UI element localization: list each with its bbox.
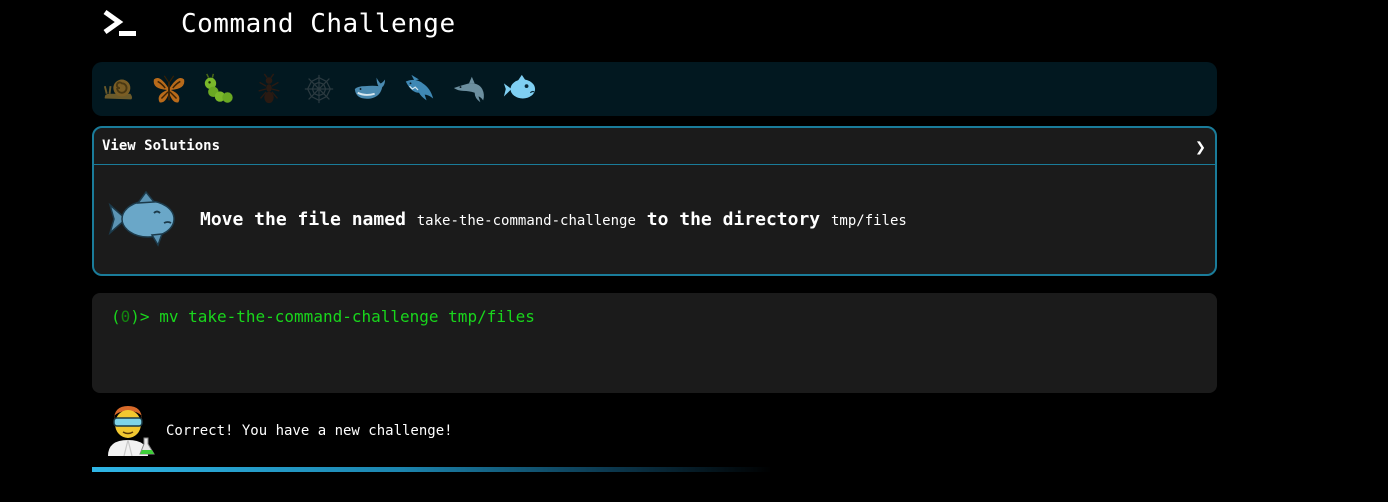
level-ant[interactable] bbox=[251, 71, 287, 107]
level-whale[interactable] bbox=[351, 71, 387, 107]
dolphin-icon bbox=[453, 76, 484, 103]
terminal-input[interactable]: (0)> mv take-the-command-challenge tmp/f… bbox=[92, 293, 1217, 393]
fish-icon bbox=[108, 190, 175, 247]
terminal-prompt-icon[interactable] bbox=[102, 9, 138, 39]
level-shark[interactable] bbox=[401, 71, 437, 107]
ant-icon bbox=[258, 73, 280, 104]
terminal-command: mv take-the-command-challenge tmp/files bbox=[159, 307, 535, 326]
progress-bar bbox=[92, 467, 772, 472]
level-caterpillar[interactable] bbox=[201, 71, 237, 107]
fish-icon bbox=[503, 74, 536, 99]
level-spider-web[interactable] bbox=[301, 71, 337, 107]
level-selector bbox=[92, 62, 1217, 116]
challenge-dir-name: tmp/files bbox=[830, 213, 907, 229]
chevron-right-icon: ❯ bbox=[1195, 136, 1206, 158]
challenge-description: Move the file named take-the-command-cha… bbox=[200, 209, 907, 230]
shark-icon bbox=[405, 74, 434, 101]
caterpillar-icon bbox=[204, 73, 233, 103]
view-solutions-label: View Solutions bbox=[102, 138, 221, 154]
feedback-text: Correct! You have a new challenge! bbox=[166, 423, 453, 439]
whale-icon bbox=[354, 77, 386, 99]
terminal-line: (0)> mv take-the-command-challenge tmp/f… bbox=[111, 307, 1217, 326]
level-butterfly[interactable] bbox=[151, 71, 187, 107]
prompt-close: )> bbox=[130, 307, 160, 326]
challenge-file-name: take-the-command-challenge bbox=[416, 213, 636, 229]
page-title: Command Challenge bbox=[181, 9, 456, 39]
challenge-panel: View Solutions ❯ Move the file named tak… bbox=[92, 126, 1217, 276]
level-fish[interactable] bbox=[501, 71, 537, 107]
challenge-text-to: to the directory bbox=[635, 209, 831, 230]
scientist-avatar-icon bbox=[108, 406, 155, 456]
snail-icon bbox=[103, 79, 133, 100]
prompt-open: ( bbox=[111, 307, 121, 326]
level-dolphin[interactable] bbox=[451, 71, 487, 107]
challenge-body: Move the file named take-the-command-cha… bbox=[94, 165, 1215, 274]
spider-web-icon bbox=[304, 74, 334, 104]
prompt-count: 0 bbox=[120, 307, 131, 326]
feedback-message: Correct! You have a new challenge! bbox=[104, 402, 453, 456]
header: Command Challenge bbox=[102, 4, 456, 44]
view-solutions-toggle[interactable]: View Solutions ❯ bbox=[94, 128, 1215, 165]
level-snail[interactable] bbox=[101, 71, 137, 107]
butterfly-icon bbox=[153, 75, 185, 103]
challenge-text-move: Move the file named bbox=[200, 209, 417, 230]
